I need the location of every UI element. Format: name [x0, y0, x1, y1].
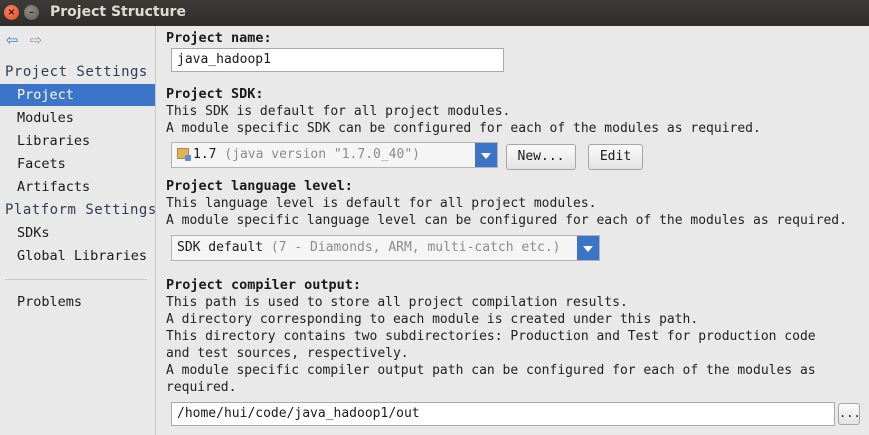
compiler-output-desc-6: required.	[166, 380, 237, 395]
project-sdk-label: Project SDK:	[166, 86, 264, 102]
sidebar-header-project-settings: Project Settings	[5, 64, 148, 80]
sidebar-item-artifacts[interactable]: Artifacts	[0, 176, 155, 198]
language-level-selected: SDK default	[177, 240, 264, 255]
navigation-arrows: ⇦ ⇨	[3, 31, 45, 49]
compiler-output-desc-2: A directory corresponding to each module…	[166, 312, 699, 327]
edit-sdk-button[interactable]: Edit	[588, 144, 643, 170]
compiler-output-desc-5: A module specific compiler output path c…	[166, 363, 816, 378]
language-level-hint: (7 - Diamonds, ARM, multi-catch etc.)	[270, 240, 561, 255]
sidebar: ⇦ ⇨ Project Settings Project Modules Libr…	[0, 26, 156, 435]
project-name-label: Project name:	[166, 30, 272, 46]
compiler-output-path-input[interactable]: /home/hui/code/java_hadoop1/out	[171, 402, 835, 426]
language-level-label: Project language level:	[166, 178, 353, 194]
window-minimize-button[interactable]: –	[24, 5, 39, 20]
title-bar: × – Project Structure	[0, 0, 869, 26]
forward-arrow-icon[interactable]: ⇨	[27, 31, 45, 49]
back-arrow-icon[interactable]: ⇦	[3, 31, 21, 49]
sdk-folder-icon	[177, 148, 191, 161]
compiler-output-desc-4: and test sources, respectively.	[166, 346, 409, 361]
window-close-button[interactable]: ×	[4, 5, 19, 20]
chevron-down-icon[interactable]	[475, 143, 497, 167]
language-level-desc-2: A module specific language level can be …	[166, 213, 847, 228]
project-sdk-hint: (java version "1.7.0_40")	[224, 147, 420, 162]
project-sdk-selected: 1.7	[193, 147, 217, 162]
compiler-output-label: Project compiler output:	[166, 277, 362, 293]
sidebar-header-platform-settings: Platform Settings	[5, 202, 157, 218]
sidebar-item-modules[interactable]: Modules	[0, 107, 155, 129]
sidebar-item-problems[interactable]: Problems	[0, 291, 155, 313]
project-sdk-dropdown[interactable]: 1.7 (java version "1.7.0_40")	[171, 142, 498, 168]
sidebar-item-sdks[interactable]: SDKs	[0, 222, 155, 244]
project-settings-panel: Project name: java_hadoop1 Project SDK: …	[156, 26, 869, 435]
project-name-input[interactable]: java_hadoop1	[171, 48, 504, 72]
sidebar-item-global-libraries[interactable]: Global Libraries	[0, 245, 155, 267]
project-sdk-desc-1: This SDK is default for all project modu…	[166, 104, 511, 119]
browse-button[interactable]: ...	[838, 403, 861, 425]
language-level-dropdown[interactable]: SDK default (7 - Diamonds, ARM, multi-ca…	[171, 235, 600, 261]
compiler-output-desc-1: This path is used to store all project c…	[166, 295, 628, 310]
new-sdk-button[interactable]: New...	[506, 144, 576, 170]
project-sdk-desc-2: A module specific SDK can be configured …	[166, 121, 761, 136]
sidebar-item-facets[interactable]: Facets	[0, 153, 155, 175]
compiler-output-desc-3: This directory contains two subdirectori…	[166, 329, 816, 344]
sidebar-separator	[5, 279, 147, 280]
window-title: Project Structure	[50, 4, 186, 20]
chevron-down-icon[interactable]	[577, 236, 599, 260]
sidebar-item-project[interactable]: Project	[0, 84, 155, 106]
language-level-desc-1: This language level is default for all p…	[166, 196, 597, 211]
sidebar-item-libraries[interactable]: Libraries	[0, 130, 155, 152]
